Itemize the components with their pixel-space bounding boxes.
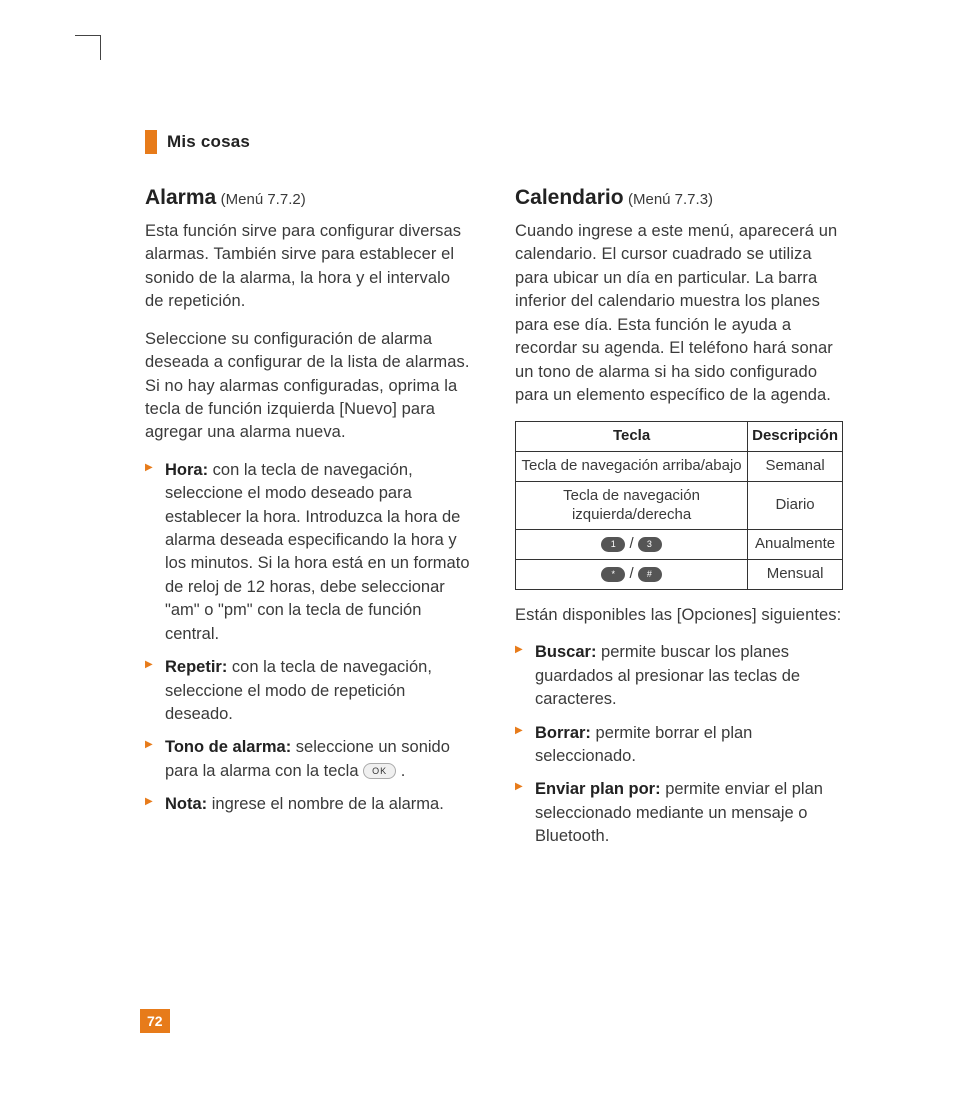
slash: / [629, 535, 633, 552]
table-row: Tecla de navegación izquierda/derecha Di… [516, 481, 843, 530]
table-row: Tecla de navegación arriba/abajo Semanal [516, 452, 843, 482]
list-item: Repetir: con la tecla de navegación, sel… [145, 656, 473, 726]
list-item: Hora: con la tecla de navegación, selecc… [145, 459, 473, 646]
calendario-menu-ref: (Menú 7.7.3) [628, 191, 713, 208]
th-descripcion: Descripción [748, 422, 843, 452]
orange-marker-icon [145, 130, 157, 154]
item-label: Enviar plan por: [535, 780, 661, 798]
list-item: Borrar: permite borrar el plan seleccion… [515, 722, 843, 769]
heading-row: Alarma (Menú 7.7.2) [145, 186, 473, 210]
alarma-para2: Seleccione su configuración de alarma de… [145, 328, 473, 445]
cell-key: Tecla de navegación izquierda/derecha [516, 481, 748, 530]
calendario-list: Buscar: permite buscar los planes guarda… [515, 641, 843, 848]
options-intro: Están disponibles las [Opciones] siguien… [515, 604, 843, 627]
table-header-row: Tecla Descripción [516, 422, 843, 452]
list-item: Nota: ingrese el nombre de la alarma. [145, 793, 473, 816]
item-label: Buscar: [535, 643, 596, 661]
item-label: Tono de alarma: [165, 738, 291, 756]
cell-key-btns: * / # [516, 560, 748, 590]
list-item: Tono de alarma: seleccione un sonido par… [145, 736, 473, 783]
table-row: * / # Mensual [516, 560, 843, 590]
section-header: Mis cosas [145, 130, 869, 154]
table-row: 1 / 3 Anualmente [516, 530, 843, 560]
crop-mark-h [75, 35, 100, 36]
item-label: Repetir: [165, 658, 227, 676]
key-3-icon: 3 [638, 537, 662, 552]
item-text-after: . [396, 762, 405, 780]
list-item: Buscar: permite buscar los planes guarda… [515, 641, 843, 711]
alarma-list: Hora: con la tecla de navegación, selecc… [145, 459, 473, 817]
item-text: ingrese el nombre de la alarma. [207, 795, 444, 813]
key-table: Tecla Descripción Tecla de navegación ar… [515, 421, 843, 590]
key-1-icon: 1 [601, 537, 625, 552]
item-label: Borrar: [535, 724, 591, 742]
cell-desc: Semanal [748, 452, 843, 482]
alarma-heading: Alarma [145, 186, 216, 209]
list-item: Enviar plan por: permite enviar el plan … [515, 778, 843, 848]
cell-desc: Mensual [748, 560, 843, 590]
ok-key-icon: OK [363, 763, 396, 779]
page-number: 72 [140, 1009, 170, 1033]
slash: / [629, 565, 633, 582]
cell-desc: Anualmente [748, 530, 843, 560]
th-tecla: Tecla [516, 422, 748, 452]
key-star-icon: * [601, 567, 625, 582]
alarma-para1: Esta función sirve para configurar diver… [145, 220, 473, 314]
left-column: Alarma (Menú 7.7.2) Esta función sirve p… [145, 186, 473, 859]
crop-mark-v [100, 35, 101, 60]
manual-page: Mis cosas Alarma (Menú 7.7.2) Esta funci… [0, 0, 954, 1113]
cell-key-btns: 1 / 3 [516, 530, 748, 560]
calendario-heading: Calendario [515, 186, 624, 209]
section-title: Mis cosas [167, 132, 250, 152]
heading-row: Calendario (Menú 7.7.3) [515, 186, 843, 210]
key-hash-icon: # [638, 567, 662, 582]
calendario-para1: Cuando ingrese a este menú, aparecerá un… [515, 220, 843, 407]
item-label: Nota: [165, 795, 207, 813]
cell-key: Tecla de navegación arriba/abajo [516, 452, 748, 482]
item-label: Hora: [165, 461, 208, 479]
item-text: con la tecla de navegación, seleccione e… [165, 461, 470, 643]
cell-desc: Diario [748, 481, 843, 530]
alarma-menu-ref: (Menú 7.7.2) [221, 191, 306, 208]
content-columns: Alarma (Menú 7.7.2) Esta función sirve p… [100, 186, 869, 859]
right-column: Calendario (Menú 7.7.3) Cuando ingrese a… [515, 186, 843, 859]
